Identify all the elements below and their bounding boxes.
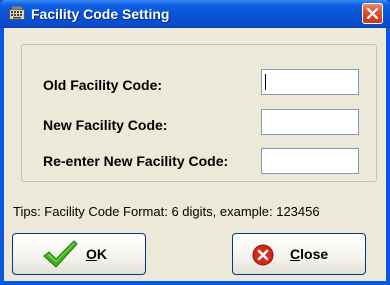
close-circle-icon bbox=[252, 244, 274, 266]
close-icon bbox=[366, 7, 379, 20]
close-mnemonic: C bbox=[290, 246, 301, 262]
close-button-label: Close bbox=[290, 246, 328, 262]
facility-code-dialog: Facility Code Setting Old Facility Code:… bbox=[0, 0, 390, 285]
checkmark-icon bbox=[43, 240, 78, 268]
format-tips: Tips: Facility Code Format: 6 digits, ex… bbox=[13, 204, 320, 219]
title-bar[interactable]: Facility Code Setting bbox=[0, 0, 390, 28]
new-facility-code-label: New Facility Code: bbox=[43, 117, 168, 133]
close-label-rest: lose bbox=[300, 246, 329, 262]
reenter-facility-code-input[interactable] bbox=[261, 148, 359, 174]
close-button[interactable]: Close bbox=[232, 233, 366, 275]
ok-button-label: OK bbox=[86, 246, 107, 262]
keyboard-icon bbox=[9, 6, 25, 20]
text-caret bbox=[265, 74, 266, 90]
old-facility-code-label: Old Facility Code: bbox=[43, 77, 163, 93]
reenter-facility-code-label: Re-enter New Facility Code: bbox=[43, 153, 229, 169]
ok-mnemonic: O bbox=[86, 246, 97, 262]
window-title: Facility Code Setting bbox=[31, 6, 170, 22]
ok-label-rest: K bbox=[96, 246, 108, 262]
old-facility-code-input[interactable] bbox=[261, 69, 359, 95]
ok-button[interactable]: OK bbox=[12, 233, 146, 275]
title-close-button[interactable] bbox=[362, 3, 383, 24]
new-facility-code-input[interactable] bbox=[261, 109, 359, 135]
